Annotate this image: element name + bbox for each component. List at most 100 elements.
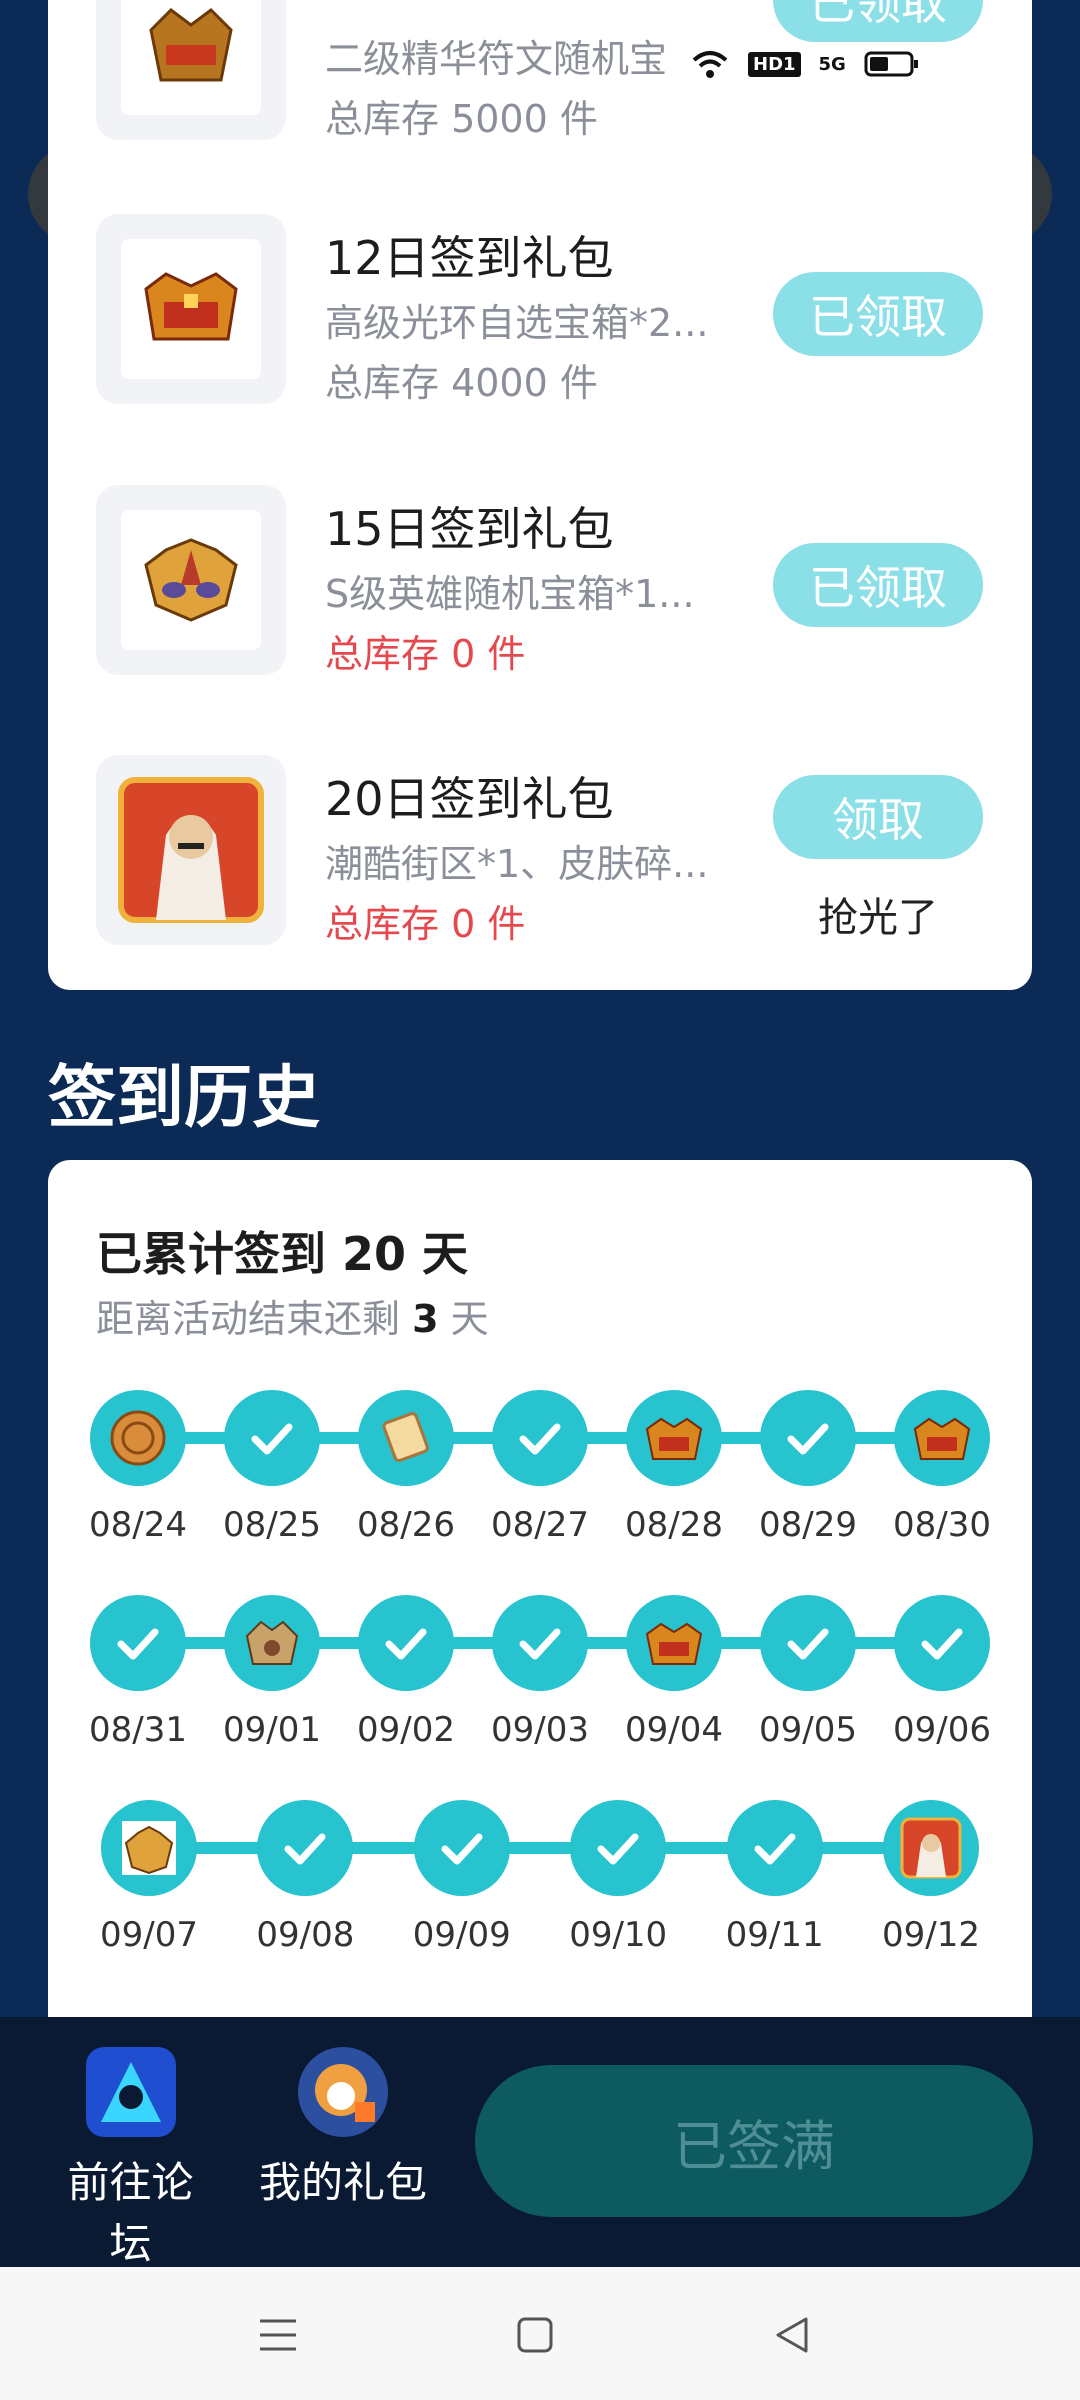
home-square-icon (517, 2317, 553, 2353)
reward-stock: 总库存 0 件 (325, 902, 526, 946)
claimed-button[interactable]: 已领取 (773, 0, 983, 42)
check-icon (787, 1628, 829, 1660)
check-icon (441, 1833, 483, 1865)
reward-description: S级英雄随机宝箱*1... (325, 572, 695, 616)
claim-button[interactable]: 领取 (773, 775, 983, 859)
check-icon (519, 1628, 561, 1660)
forum-label: 前往论坛 (67, 2158, 194, 2268)
reward-stock: 总库存 5000 件 (325, 97, 598, 141)
hero-reward-icon (900, 1817, 962, 1879)
reward-title: 12日签到礼包 (325, 231, 614, 285)
checkin-day-node (626, 1595, 722, 1691)
system-nav-bar (0, 2267, 1080, 2400)
menu-nav-button[interactable] (248, 2305, 308, 2365)
checkin-date-label: 09/07 (100, 1915, 198, 1955)
menu-icon (260, 2319, 296, 2351)
checkin-date-label: 09/09 (412, 1915, 511, 1955)
checkin-day-node (257, 1800, 354, 1896)
coin-reward-icon (110, 1410, 166, 1466)
checkin-day-node (492, 1390, 588, 1486)
reward-row: 12日签到礼包 高级光环自选宝箱*2... 总库存 4000 件 已领取 (48, 214, 1032, 414)
reward-thumbnail (96, 755, 286, 945)
crest-reward-icon (245, 1620, 299, 1665)
reward-title: 20日签到礼包 (325, 772, 614, 826)
reward-title: 15日签到礼包 (325, 502, 614, 556)
sold-out-note: 抢光了 (818, 895, 938, 941)
checkin-date-label: 08/26 (357, 1505, 455, 1545)
checkin-date-label: 08/29 (759, 1505, 857, 1545)
checkin-date-label: 09/01 (223, 1710, 321, 1750)
history-card: 已累计签到 20 天 距离活动结束还剩 3 天 08/24 08/25 08/26 0… (48, 1160, 1032, 2040)
checkin-row: 08/24 08/25 08/26 08/27 08/28 08/29 08/30 (48, 1370, 1032, 1545)
battery-icon (864, 51, 918, 77)
bottom-bar: 前往论坛 我的礼包 已签满 (0, 2017, 1080, 2268)
checkin-date-label: 09/12 (882, 1915, 980, 1955)
wifi-icon (692, 51, 728, 78)
my-gift-label: 我的礼包 (258, 2158, 427, 2207)
mask-reward-icon (122, 1821, 176, 1875)
checkin-day-node (726, 1800, 823, 1896)
forum-app-icon (85, 2047, 176, 2137)
checkin-day-node (413, 1800, 510, 1896)
checkin-day-node (894, 1595, 990, 1691)
checkin-date-label: 08/25 (223, 1505, 321, 1545)
home-nav-button[interactable] (505, 2305, 565, 2365)
rewards-card: 二级精华符文随机宝 总库存 5000 件 已领取 12日签到礼包 高级光环自选宝… (48, 0, 1032, 990)
check-icon (754, 1833, 796, 1865)
checkin-day-node (760, 1390, 856, 1486)
my-gift-button[interactable]: 我的礼包 (258, 2047, 428, 2210)
back-nav-button[interactable] (762, 2305, 822, 2365)
checkin-day-node (224, 1390, 320, 1486)
check-icon (519, 1423, 561, 1455)
back-triangle-icon (776, 2317, 808, 2353)
signal-5g: 5G (818, 53, 846, 75)
check-icon (385, 1628, 427, 1660)
checkin-day-node (90, 1595, 186, 1691)
checkin-day-node (492, 1595, 588, 1691)
checkin-date-label: 08/27 (491, 1505, 589, 1545)
checkin-day-node (626, 1390, 722, 1486)
check-icon (284, 1833, 326, 1865)
history-title: 签到历史 (48, 1059, 321, 1138)
cumulative-days-text: 已累计签到 20 天 (96, 1227, 469, 1281)
reward-description: 高级光环自选宝箱*2... (325, 301, 709, 345)
check-icon (251, 1423, 293, 1455)
reward-thumbnail (96, 485, 286, 675)
check-icon (921, 1628, 963, 1660)
checkin-day-node (883, 1800, 979, 1896)
checkin-day-node (90, 1390, 186, 1486)
checkin-date-label: 09/10 (569, 1915, 668, 1955)
checkin-day-node (358, 1595, 454, 1691)
forum-button[interactable]: 前往论坛 (48, 2047, 213, 2271)
checkin-date-label: 08/24 (89, 1505, 187, 1545)
reward-row: 20日签到礼包 潮酷街区*1、皮肤碎... 总库存 0 件 领取 抢光了 (48, 755, 1032, 955)
checkin-day-node (358, 1390, 454, 1486)
check-icon (117, 1628, 159, 1660)
mask-reward-icon (144, 538, 238, 622)
checkin-date-label: 09/08 (256, 1915, 355, 1955)
chest-reward-icon (645, 1622, 703, 1665)
checkin-date-label: 09/06 (893, 1710, 991, 1750)
checkin-day-node (570, 1800, 667, 1896)
checkin-row: 08/31 09/01 09/02 09/03 09/04 09/05 09/06 (48, 1575, 1032, 1750)
checkin-day-node (224, 1595, 320, 1691)
checkin-date-label: 08/30 (893, 1505, 991, 1545)
checkin-row: 09/07 09/08 09/09 09/10 09/11 09/12 (48, 1780, 1032, 1955)
checkin-day-node (894, 1390, 990, 1486)
checkin-date-label: 09/02 (357, 1710, 455, 1750)
reward-stock: 总库存 0 件 (325, 632, 526, 676)
signed-full-button[interactable]: 已签满 (475, 2065, 1033, 2217)
remaining-days-text: 距离活动结束还剩 3 天 (96, 1297, 489, 1341)
reward-thumbnail (96, 0, 286, 140)
checkin-day-node (760, 1595, 856, 1691)
claimed-button[interactable]: 已领取 (773, 272, 983, 356)
checkin-date-label: 09/03 (491, 1710, 589, 1750)
checkin-date-label: 08/28 (625, 1505, 723, 1545)
chest-reward-icon (645, 1417, 703, 1460)
hero-reward-icon (118, 777, 264, 923)
claimed-button[interactable]: 已领取 (773, 543, 983, 627)
hd-badge: HD1 (748, 51, 801, 77)
checkin-date-label: 09/05 (759, 1710, 857, 1750)
gift-app-icon (298, 2047, 388, 2137)
checkin-date-label: 08/31 (89, 1710, 187, 1750)
